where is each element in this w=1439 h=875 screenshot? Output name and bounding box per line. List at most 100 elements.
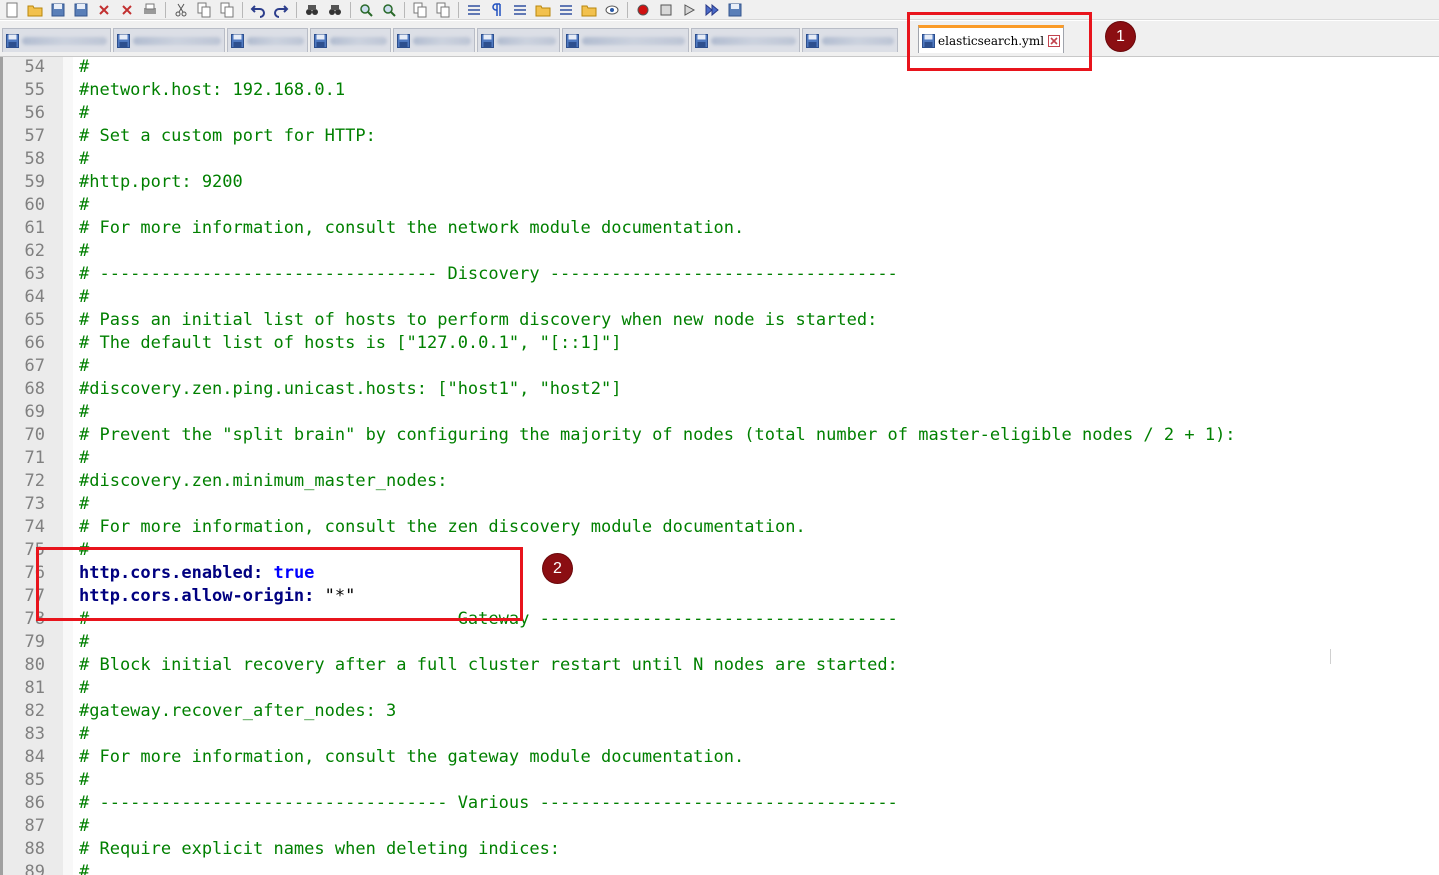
line-number: 84 <box>24 747 45 767</box>
indent-guide-icon[interactable] <box>510 1 530 19</box>
line-number: 73 <box>24 494 45 514</box>
stop-macro-icon[interactable] <box>656 1 676 19</box>
main-toolbar <box>0 0 1439 20</box>
text-cursor <box>1330 649 1331 664</box>
comment-text: #discovery.zen.ping.unicast.hosts: ["hos… <box>79 379 622 399</box>
doc-map-icon[interactable] <box>533 1 553 19</box>
document-tab[interactable] <box>113 28 225 52</box>
code-line[interactable]: 61 # For more information, consult the ne… <box>0 217 1439 240</box>
save-macro-icon[interactable] <box>725 1 745 19</box>
annotation-badge-1: 1 <box>1106 22 1135 51</box>
code-line[interactable]: 63 # --------------------------------- Di… <box>0 263 1439 286</box>
play-macro-icon[interactable] <box>679 1 699 19</box>
replace-icon[interactable] <box>325 1 345 19</box>
file-icon <box>6 33 22 48</box>
code-line[interactable]: 70 # Prevent the "split brain" by configu… <box>0 424 1439 447</box>
code-line[interactable]: 58 # <box>0 148 1439 171</box>
zoom-out-icon[interactable] <box>379 1 399 19</box>
document-tab[interactable] <box>2 28 111 52</box>
word-wrap-icon[interactable] <box>464 1 484 19</box>
code-line[interactable]: 57 # Set a custom port for HTTP: <box>0 125 1439 148</box>
line-number: 58 <box>24 149 45 169</box>
document-tab[interactable] <box>691 28 800 52</box>
line-number: 86 <box>24 793 45 813</box>
close-icon[interactable] <box>94 1 114 19</box>
document-tab[interactable] <box>393 28 475 52</box>
function-list-icon[interactable] <box>556 1 576 19</box>
code-line[interactable]: 89 # <box>0 861 1439 875</box>
document-tab[interactable] <box>227 28 308 52</box>
open-file-icon[interactable] <box>25 1 45 19</box>
code-line[interactable]: 71 # <box>0 447 1439 470</box>
code-line[interactable]: 86 # ---------------------------------- V… <box>0 792 1439 815</box>
run-macro-multiple-icon[interactable] <box>702 1 722 19</box>
line-number: 89 <box>24 862 45 875</box>
document-tab[interactable] <box>310 28 391 52</box>
zoom-in-icon[interactable] <box>356 1 376 19</box>
save-all-icon[interactable] <box>71 1 91 19</box>
toolbar-separator <box>242 1 243 18</box>
code-line[interactable]: 54 # <box>0 57 1439 79</box>
cut-icon[interactable] <box>171 1 191 19</box>
document-tab[interactable] <box>562 28 689 52</box>
obscured-tab-label <box>497 36 556 45</box>
save-icon[interactable] <box>48 1 68 19</box>
comment-text: #http.port: 9200 <box>79 172 243 192</box>
code-line[interactable]: 62 # <box>0 240 1439 263</box>
comment-text: # <box>79 402 90 422</box>
code-line[interactable]: 67 # <box>0 355 1439 378</box>
code-line[interactable]: 81 # <box>0 677 1439 700</box>
file-icon <box>806 33 822 48</box>
code-line[interactable]: 84 # For more information, consult the ga… <box>0 746 1439 769</box>
code-line[interactable]: 88 # Require explicit names when deleting… <box>0 838 1439 861</box>
paste-icon[interactable] <box>217 1 237 19</box>
sync-horizontal-icon[interactable] <box>433 1 453 19</box>
code-line[interactable]: 72 #discovery.zen.minimum_master_nodes: <box>0 470 1439 493</box>
code-line[interactable]: 65 # Pass an initial list of hosts to per… <box>0 309 1439 332</box>
new-file-icon[interactable] <box>2 1 22 19</box>
comment-text: # ---------------------------------- Var… <box>79 793 898 813</box>
toolbar-separator <box>350 1 351 18</box>
code-line[interactable]: 56 # <box>0 102 1439 125</box>
code-line[interactable]: 87 # <box>0 815 1439 838</box>
redo-icon[interactable] <box>271 1 291 19</box>
code-line[interactable]: 69 # <box>0 401 1439 424</box>
code-line[interactable]: 55 #network.host: 192.168.0.1 <box>0 79 1439 102</box>
line-number: 83 <box>24 724 45 744</box>
code-editor[interactable]: 54 #55 #network.host: 192.168.0.1 56 #57 # Se… <box>0 57 1439 875</box>
document-tab[interactable] <box>477 28 560 52</box>
line-number: 70 <box>24 425 45 445</box>
code-line[interactable]: 68 #discovery.zen.ping.unicast.hosts: ["h… <box>0 378 1439 401</box>
copy-icon[interactable] <box>194 1 214 19</box>
code-line[interactable]: 59 #http.port: 9200 <box>0 171 1439 194</box>
code-line[interactable]: 80 # Block initial recovery after a full … <box>0 654 1439 677</box>
code-line[interactable]: 74 # For more information, consult the ze… <box>0 516 1439 539</box>
code-line[interactable]: 73 # <box>0 493 1439 516</box>
line-number: 61 <box>24 218 45 238</box>
file-icon <box>566 33 582 48</box>
code-line[interactable]: 64 # <box>0 286 1439 309</box>
comment-text: # The default list of hosts is ["127.0.0… <box>79 333 622 353</box>
find-icon[interactable] <box>302 1 322 19</box>
code-line[interactable]: 79 # <box>0 631 1439 654</box>
code-line[interactable]: 60 # <box>0 194 1439 217</box>
show-all-chars-icon[interactable] <box>487 1 507 19</box>
sync-vertical-icon[interactable] <box>410 1 430 19</box>
line-number: 68 <box>24 379 45 399</box>
monitor-icon[interactable] <box>602 1 622 19</box>
line-number: 60 <box>24 195 45 215</box>
print-icon[interactable] <box>140 1 160 19</box>
line-number: 85 <box>24 770 45 790</box>
line-number: 55 <box>24 80 45 100</box>
code-line[interactable]: 66 # The default list of hosts is ["127.0… <box>0 332 1439 355</box>
code-line[interactable]: 83 # <box>0 723 1439 746</box>
toolbar-separator <box>627 1 628 18</box>
record-macro-icon[interactable] <box>633 1 653 19</box>
line-number: 67 <box>24 356 45 376</box>
folder-as-workspace-icon[interactable] <box>579 1 599 19</box>
code-line[interactable]: 85 # <box>0 769 1439 792</box>
document-tab[interactable] <box>802 28 898 52</box>
close-all-icon[interactable] <box>117 1 137 19</box>
code-line[interactable]: 82 #gateway.recover_after_nodes: 3 <box>0 700 1439 723</box>
undo-icon[interactable] <box>248 1 268 19</box>
